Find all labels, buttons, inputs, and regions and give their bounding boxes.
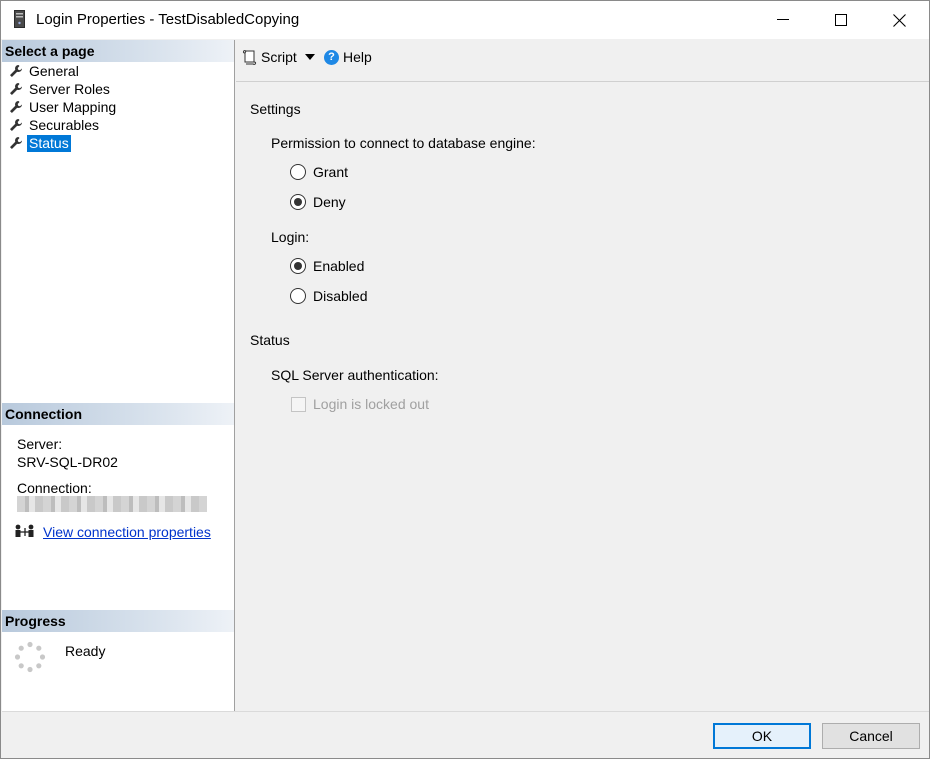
connection-properties-icon [15,524,34,537]
server-label: Server: [17,436,63,452]
help-button[interactable]: ? Help [324,47,372,67]
deny-radio[interactable]: Deny [290,194,346,210]
script-button[interactable]: Script [242,47,297,67]
page-item-server-roles[interactable]: Server Roles [2,80,234,98]
server-icon [14,10,25,28]
wrench-icon [10,119,22,131]
progress-status: Ready [65,643,106,659]
server-value: SRV-SQL-DR02 [17,454,118,470]
page-list: General Server Roles User Mapping Secura… [2,62,234,152]
dialog-button-bar: OK Cancel [2,711,929,758]
script-icon [242,50,257,65]
sql-auth-label: SQL Server authentication: [271,367,439,383]
maximize-button[interactable] [812,1,870,39]
maximize-icon [835,14,847,26]
login-locked-out-checkbox: Login is locked out [291,396,429,412]
window-title: Login Properties - TestDisabledCopying [36,11,300,28]
help-icon: ? [324,49,339,65]
settings-heading: Settings [250,101,301,117]
disabled-radio[interactable]: Disabled [290,288,367,304]
page-item-securables[interactable]: Securables [2,116,234,134]
status-page-content: Settings Permission to connect to databa… [236,83,929,711]
close-icon [892,13,906,27]
enabled-radio-circle[interactable] [290,258,306,274]
select-page-header: Select a page [2,40,234,62]
wrench-icon [10,101,22,113]
locked-out-checkbox-box [291,396,306,412]
progress-header: Progress [2,610,234,632]
toolbar: Script ? Help [236,40,929,82]
cancel-button[interactable]: Cancel [822,723,920,749]
close-button[interactable] [870,1,928,39]
left-panel: Select a page General Server Roles User … [2,40,235,711]
enabled-radio[interactable]: Enabled [290,258,364,274]
ok-button[interactable]: OK [713,723,811,749]
grant-radio[interactable]: Grant [290,164,348,180]
minimize-icon [777,19,789,20]
page-item-user-mapping[interactable]: User Mapping [2,98,234,116]
login-label: Login: [271,229,310,245]
page-item-status[interactable]: Status [2,134,234,152]
login-properties-window: Login Properties - TestDisabledCopying S… [0,0,930,759]
connection-value-redacted [17,496,207,512]
status-heading: Status [250,332,290,348]
disabled-radio-circle[interactable] [290,288,306,304]
deny-radio-circle[interactable] [290,194,306,210]
wrench-icon [10,65,22,77]
title-bar: Login Properties - TestDisabledCopying [1,1,929,39]
wrench-icon [10,83,22,95]
connection-label: Connection: [17,480,92,496]
view-connection-properties-link[interactable]: View connection properties [43,524,211,540]
minimize-button[interactable] [754,1,812,39]
page-item-general[interactable]: General [2,62,234,80]
permission-label: Permission to connect to database engine… [271,135,536,151]
grant-radio-circle[interactable] [290,164,306,180]
script-dropdown-arrow-icon[interactable] [305,54,315,60]
progress-spinner-icon [14,641,46,673]
connection-header: Connection [2,403,234,425]
wrench-icon [10,137,22,149]
